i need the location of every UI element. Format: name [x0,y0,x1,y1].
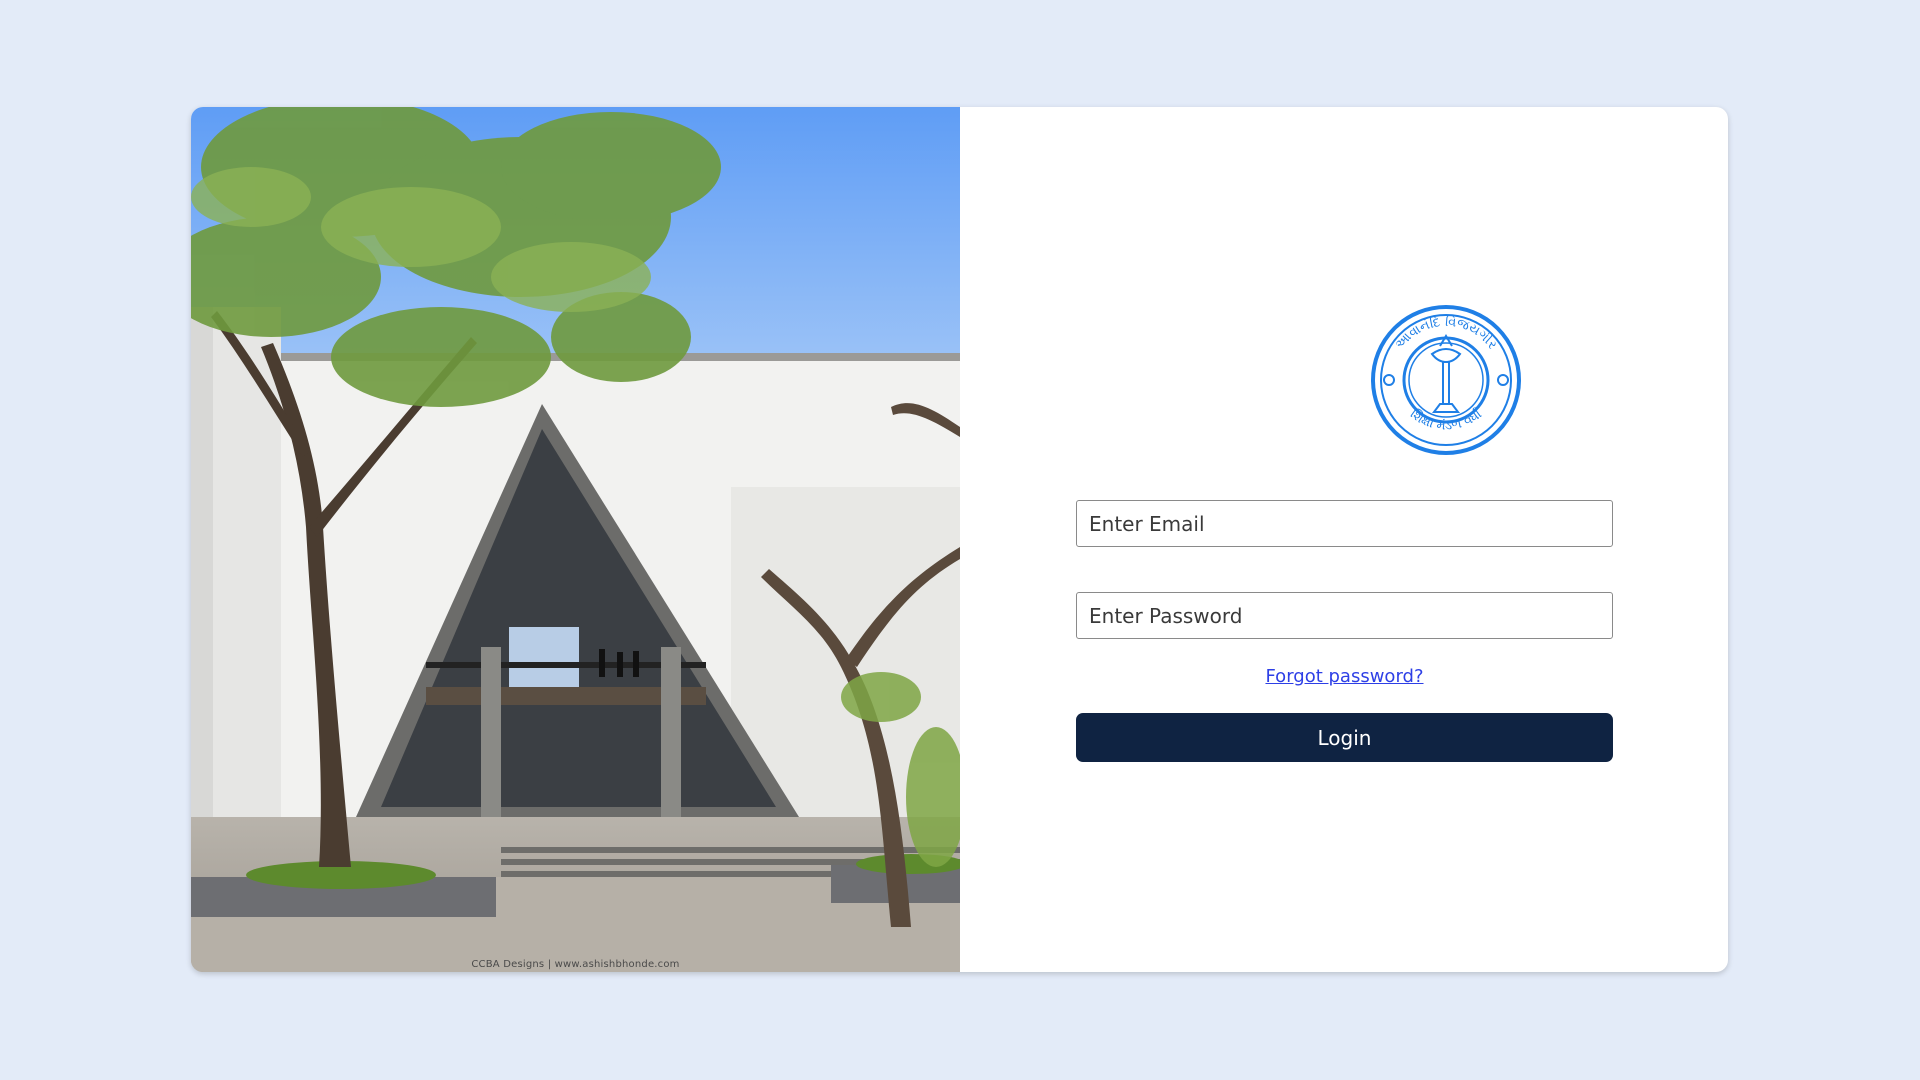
login-form: આવાનંદિ વિજયગીર શિક્ષા મંડળ વર્ધા Forgot… [960,107,1728,972]
institution-seal-logo: આવાનંદિ વિજયગીર શિક્ષા મંડળ વર્ધા [1371,305,1521,455]
password-field[interactable] [1076,592,1613,639]
campus-building-illustration [191,107,960,972]
login-card: CCBA Designs | www.ashishbhonde.com આવાન… [191,107,1728,972]
svg-text:શિક્ષા મંડળ વર્ધા: શિક્ષા મંડળ વર્ધા [1407,406,1485,434]
photo-credit: CCBA Designs | www.ashishbhonde.com [471,959,680,970]
campus-photo: CCBA Designs | www.ashishbhonde.com [191,107,960,972]
seal-text-bottom: શિક્ષા મંડળ વર્ધા [1407,406,1485,434]
email-field[interactable] [1076,500,1613,547]
forgot-password-link[interactable]: Forgot password? [1076,666,1613,687]
login-button[interactable]: Login [1076,713,1613,762]
